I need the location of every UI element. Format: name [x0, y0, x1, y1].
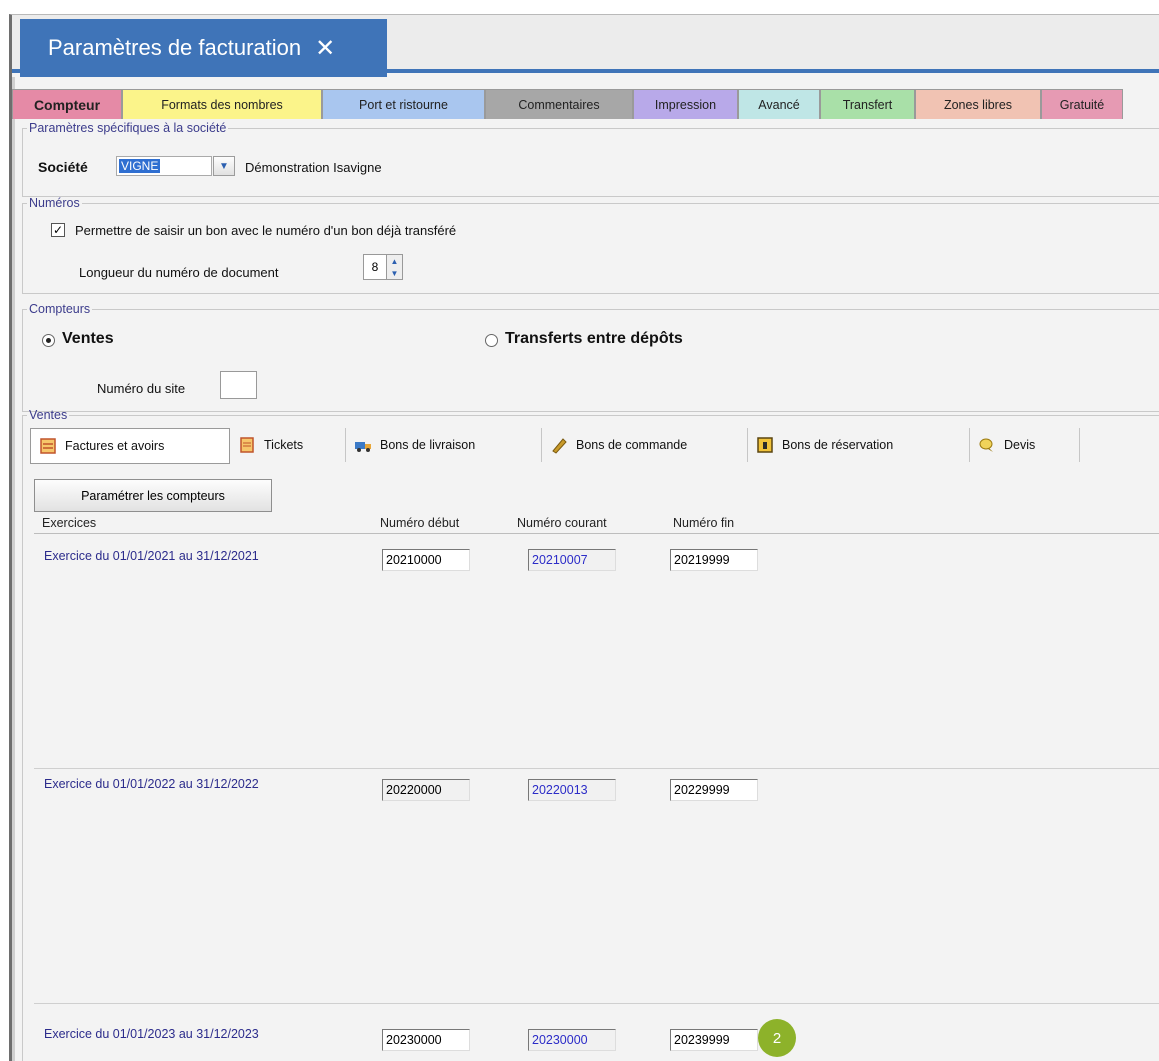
- quote-icon: [979, 438, 993, 452]
- societe-value: VIGNE: [119, 159, 161, 173]
- row-separator: [34, 768, 1159, 769]
- delivery-truck-icon: [355, 442, 371, 452]
- check-icon: ✓: [52, 223, 64, 237]
- subtab-tickets[interactable]: Tickets: [230, 428, 346, 462]
- settings-tabs: Compteur Formats des nombres Port et ris…: [12, 89, 1123, 119]
- radio-ventes[interactable]: [42, 334, 55, 347]
- annotation-badge: 2: [758, 1019, 796, 1057]
- tab-gratuite[interactable]: Gratuité: [1041, 89, 1123, 119]
- site-number-label: Numéro du site: [97, 381, 186, 396]
- chevron-down-icon: ▼: [219, 160, 229, 172]
- radio-transferts-label: Transferts entre dépôts: [505, 330, 683, 347]
- subtab-label: Factures et avoirs: [65, 439, 165, 453]
- societe-description: Démonstration Isavigne: [245, 160, 382, 175]
- allow-transferred-number-checkbox[interactable]: ✓: [51, 223, 65, 237]
- radio-transferts[interactable]: [485, 334, 498, 347]
- reservation-icon: [757, 437, 773, 453]
- tab-avance[interactable]: Avancé: [738, 89, 820, 119]
- top-strip: [0, 0, 1159, 14]
- column-header-debut: Numéro début: [380, 516, 460, 530]
- ticket-icon: [240, 437, 254, 453]
- document-tab-title: Paramètres de facturation: [48, 35, 302, 60]
- close-icon[interactable]: ✕: [315, 34, 335, 63]
- subtab-label: Bons de réservation: [782, 438, 894, 452]
- exercise-label-2022: Exercice du 01/01/2022 au 31/12/2022: [44, 777, 259, 791]
- subtab-label: Bons de commande: [576, 438, 688, 452]
- numeros-group-legend: Numéros: [29, 196, 80, 210]
- end-number-2022[interactable]: 20229999: [670, 779, 758, 801]
- exercise-label-2021: Exercice du 01/01/2021 au 31/12/2021: [44, 549, 259, 563]
- societe-label: Société: [38, 159, 88, 175]
- chevron-down-icon[interactable]: ▼: [387, 267, 402, 279]
- column-header-exercices: Exercices: [42, 516, 97, 530]
- start-number-2023[interactable]: 20230000: [382, 1029, 470, 1051]
- subtab-bons-de-reservation[interactable]: Bons de réservation: [748, 428, 970, 462]
- column-header-courant: Numéro courant: [517, 516, 607, 530]
- ventes-group-legend: Ventes: [29, 408, 68, 422]
- document-length-stepper[interactable]: ▲ ▼: [387, 254, 403, 280]
- end-number-2021[interactable]: 20219999: [670, 549, 758, 571]
- radio-ventes-label: Ventes: [62, 330, 114, 347]
- societe-dropdown-button[interactable]: ▼: [213, 156, 235, 176]
- subtab-bons-de-commande[interactable]: Bons de commande: [542, 428, 748, 462]
- current-number-2021[interactable]: 20210007: [528, 549, 616, 571]
- tab-port-et-ristourne[interactable]: Port et ristourne: [322, 89, 485, 119]
- document-tab[interactable]: Paramètres de facturation ✕: [20, 19, 387, 77]
- tab-commentaires[interactable]: Commentaires: [485, 89, 633, 119]
- ventes-subtabs: Factures et avoirs Tickets Bons de livra…: [30, 428, 1080, 464]
- end-number-2023[interactable]: 20239999: [670, 1029, 758, 1051]
- compteurs-group: Compteurs: [22, 302, 1159, 412]
- document-length-label: Longueur du numéro de document: [79, 265, 279, 280]
- compteurs-group-legend: Compteurs: [29, 302, 91, 316]
- subtab-label: Bons de livraison: [380, 438, 476, 452]
- tab-impression[interactable]: Impression: [633, 89, 738, 119]
- societe-input[interactable]: VIGNE: [116, 156, 212, 176]
- header-underline: [34, 533, 1159, 534]
- document-length-input[interactable]: 8: [363, 254, 387, 280]
- exercise-label-2023: Exercice du 01/01/2023 au 31/12/2023: [44, 1027, 259, 1041]
- subtab-label: Tickets: [264, 438, 304, 452]
- row-separator: [34, 1003, 1159, 1004]
- subtab-factures-et-avoirs[interactable]: Factures et avoirs: [30, 428, 230, 464]
- chevron-up-icon[interactable]: ▲: [387, 255, 402, 267]
- societe-group-legend: Paramètres spécifiques à la société: [29, 121, 227, 135]
- start-number-2021[interactable]: 20210000: [382, 549, 470, 571]
- column-header-fin: Numéro fin: [673, 516, 735, 530]
- subtab-devis[interactable]: Devis: [970, 428, 1080, 462]
- tab-transfert[interactable]: Transfert: [820, 89, 915, 119]
- allow-transferred-number-label: Permettre de saisir un bon avec le numér…: [75, 223, 457, 238]
- subtab-label: Devis: [1004, 438, 1036, 452]
- subtab-bons-de-livraison[interactable]: Bons de livraison: [346, 428, 542, 462]
- start-number-2022[interactable]: 20220000: [382, 779, 470, 801]
- configure-counters-button[interactable]: Paramétrer les compteurs: [34, 479, 272, 512]
- current-number-2022[interactable]: 20220013: [528, 779, 616, 801]
- site-number-input[interactable]: [220, 371, 257, 399]
- order-pen-icon: [552, 438, 567, 454]
- tab-formats-des-nombres[interactable]: Formats des nombres: [122, 89, 322, 119]
- invoice-icon: [40, 438, 56, 454]
- tab-zones-libres[interactable]: Zones libres: [915, 89, 1041, 119]
- tab-compteur[interactable]: Compteur: [12, 89, 122, 119]
- current-number-2023[interactable]: 20230000: [528, 1029, 616, 1051]
